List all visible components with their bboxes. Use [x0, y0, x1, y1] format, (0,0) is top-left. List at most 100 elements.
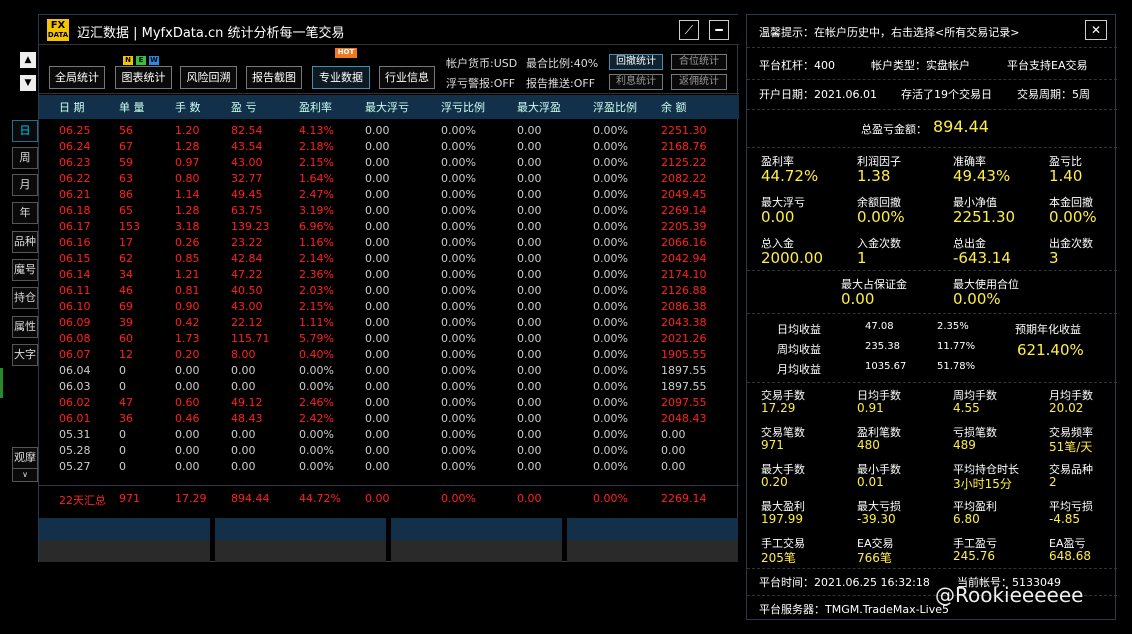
drawdown-stats-button[interactable]: 回撤统计	[609, 54, 663, 70]
stat-value: 1.38	[857, 167, 891, 185]
bottom-tab-1[interactable]	[39, 518, 210, 540]
nav-expand-icon[interactable]: ∨	[12, 468, 38, 482]
column-header-5[interactable]: 最大浮亏	[365, 99, 409, 115]
table-cell: 0.00%	[593, 460, 628, 473]
table-row[interactable]: 06.17 153 3.18 139.23 6.96% 0.00 0.00% 0.00 0.00…	[39, 219, 739, 235]
nav-item-6[interactable]: 持仓	[12, 287, 38, 309]
scroll-up-icon[interactable]: ▲	[20, 52, 36, 68]
table-cell: 0.00	[365, 460, 390, 473]
column-header-8[interactable]: 浮盈比例	[593, 99, 637, 115]
table-cell: 06.01	[59, 412, 91, 425]
nav-item-9[interactable]: 观摩	[12, 447, 38, 469]
column-header-3[interactable]: 盈 亏	[231, 99, 257, 115]
nav-item-1[interactable]: 周	[12, 147, 38, 169]
table-cell: 06.16	[59, 236, 91, 249]
column-header-0[interactable]: 日 期	[59, 99, 85, 115]
table-cell: 0.00%	[441, 220, 476, 233]
nav-item-3[interactable]: 年	[12, 202, 38, 224]
table-cell: 43.54	[231, 140, 263, 153]
rebate-stats-button[interactable]: 返佣统计	[671, 74, 727, 90]
column-header-9[interactable]: 余 额	[661, 99, 687, 115]
nav-item-0[interactable]: 日	[12, 120, 38, 142]
nav-item-2[interactable]: 月	[12, 174, 38, 196]
bottom-tab-2[interactable]	[215, 518, 386, 540]
table-cell: 0.00	[365, 124, 390, 137]
leverage: 平台杠杆：400	[759, 59, 835, 72]
table-cell: 0.20	[175, 348, 200, 361]
interest-stats-button[interactable]: 利息统计	[609, 74, 663, 90]
table-cell: 0.00	[365, 220, 390, 233]
close-icon[interactable]: ✕	[1085, 20, 1107, 40]
column-header-2[interactable]: 手 数	[175, 99, 201, 115]
industry-info-button[interactable]: 行业信息	[379, 66, 435, 89]
table-cell: 06.10	[59, 300, 91, 313]
table-row[interactable]: 06.23 59 0.97 43.00 2.15% 0.00 0.00% 0.00 0.00% 2…	[39, 155, 739, 171]
risk-backtrack-button[interactable]: 风险回溯	[180, 66, 237, 89]
minimize-button[interactable]: ━	[709, 20, 729, 40]
table-row[interactable]: 06.10 69 0.90 43.00 2.15% 0.00 0.00% 0.00 0.00% 2…	[39, 299, 739, 315]
table-row[interactable]: 06.18 65 1.28 63.75 3.19% 0.00 0.00% 0.00 0.00% 2…	[39, 203, 739, 219]
nav-item-7[interactable]: 属性	[12, 316, 38, 338]
table-cell: 0.00%	[299, 380, 334, 393]
table-row[interactable]: 06.02 47 0.60 49.12 2.46% 0.00 0.00% 0.00 0.00% 2…	[39, 395, 739, 411]
bottom-tab-3[interactable]	[391, 518, 562, 540]
avg-label: 周均收益	[777, 343, 821, 356]
table-row[interactable]: 06.21 86 1.14 49.45 2.47% 0.00 0.00% 0.00 0.00% 2…	[39, 187, 739, 203]
table-cell: 0.00	[517, 236, 542, 249]
table-cell: 23.22	[231, 236, 263, 249]
column-header-7[interactable]: 最大浮盈	[517, 99, 561, 115]
bottom-tab-4[interactable]	[567, 518, 738, 540]
global-stats-button[interactable]: 全局统计	[49, 66, 105, 89]
table-cell: 0	[119, 364, 126, 377]
table-row[interactable]: 06.16 17 0.26 23.22 1.16% 0.00 0.00% 0.00 0.00% 2…	[39, 235, 739, 251]
table-cell: 06.03	[59, 380, 91, 393]
table-row[interactable]: 06.03 0 0.00 0.00 0.00% 0.00 0.00% 0.00 0.00% 189…	[39, 379, 739, 395]
table-row[interactable]: 06.08 60 1.73 115.71 5.79% 0.00 0.00% 0.00 0.00%…	[39, 331, 739, 347]
table-cell: 0.00	[517, 252, 542, 265]
table-row[interactable]: 06.04 0 0.00 0.00 0.00% 0.00 0.00% 0.00 0.00% 189…	[39, 363, 739, 379]
column-header-6[interactable]: 浮亏比例	[441, 99, 485, 115]
table-cell: 0.00	[517, 172, 542, 185]
position-stats-button[interactable]: 合位统计	[671, 54, 727, 70]
table-cell: 59	[119, 156, 133, 169]
table-row[interactable]: 06.07 12 0.20 8.00 0.40% 0.00 0.00% 0.00 0.00% 19…	[39, 347, 739, 363]
column-header-1[interactable]: 单 量	[119, 99, 145, 115]
table-row[interactable]: 06.14 34 1.21 47.22 2.36% 0.00 0.00% 0.00 0.00% 2…	[39, 267, 739, 283]
table-cell: 48.43	[231, 412, 263, 425]
table-cell: 1897.55	[661, 364, 707, 377]
table-row[interactable]: 06.09 39 0.42 22.12 1.11% 0.00 0.00% 0.00 0.00% 2…	[39, 315, 739, 331]
table-cell: 06.18	[59, 204, 91, 217]
nav-item-4[interactable]: 品种	[12, 231, 38, 253]
table-row[interactable]: 05.28 0 0.00 0.00 0.00% 0.00 0.00% 0.00 0.00% 0.0…	[39, 443, 739, 459]
column-header-4[interactable]: 盈利率	[299, 99, 332, 115]
table-cell: 06.17	[59, 220, 91, 233]
table-row[interactable]: 06.15 62 0.85 42.84 2.14% 0.00 0.00% 0.00 0.00% 2…	[39, 251, 739, 267]
table-cell: 0.00%	[593, 396, 628, 409]
table-row[interactable]: 06.11 46 0.81 40.50 2.03% 0.00 0.00% 0.00 0.00% 2…	[39, 283, 739, 299]
nav-item-5[interactable]: 魔号	[12, 259, 38, 281]
table-row[interactable]: 05.27 0 0.00 0.00 0.00% 0.00 0.00% 0.00 0.00% 0.0…	[39, 459, 739, 475]
pro-data-button[interactable]: 专业数据	[312, 66, 370, 89]
table-cell: 1.28	[175, 140, 200, 153]
table-row[interactable]: 05.31 0 0.00 0.00 0.00% 0.00 0.00% 0.00 0.00% 0.0…	[39, 427, 739, 443]
chart-stats-button[interactable]: 图表统计	[115, 66, 172, 89]
table-cell: 0.60	[175, 396, 200, 409]
table-row[interactable]: 06.01 36 0.46 48.43 2.42% 0.00 0.00% 0.00 0.00% 2…	[39, 411, 739, 427]
trade-stat-value: 197.99	[761, 512, 803, 526]
summary-row: 22天汇总 971 17.29 894.44 44.72% 0.00 0.00% 0.00 0.…	[39, 485, 739, 511]
nav-item-8[interactable]: 大字	[12, 344, 38, 366]
table-row[interactable]: 06.25 56 1.20 82.54 4.13% 0.00 0.00% 0.00 0.00% 2…	[39, 123, 739, 139]
table-cell: 153	[119, 220, 140, 233]
table-cell: 0.00	[517, 284, 542, 297]
table-cell: 0.00%	[593, 300, 628, 313]
stat-value: 0.00%	[1049, 208, 1097, 226]
resize-icon[interactable]: ⟋	[679, 20, 699, 40]
trade-stat-value: 971	[761, 438, 784, 452]
report-screenshot-button[interactable]: 报告截图	[246, 66, 302, 89]
scroll-down-icon[interactable]: ▼	[20, 75, 36, 91]
table-cell: 0.00%	[593, 380, 628, 393]
trade-stat-value: 766笔	[857, 551, 892, 565]
table-row[interactable]: 06.22 63 0.80 32.77 1.64% 0.00 0.00% 0.00 0.00% 2…	[39, 171, 739, 187]
table-cell: 32.77	[231, 172, 263, 185]
table-row[interactable]: 06.24 67 1.28 43.54 2.18% 0.00 0.00% 0.00 0.00% 2…	[39, 139, 739, 155]
